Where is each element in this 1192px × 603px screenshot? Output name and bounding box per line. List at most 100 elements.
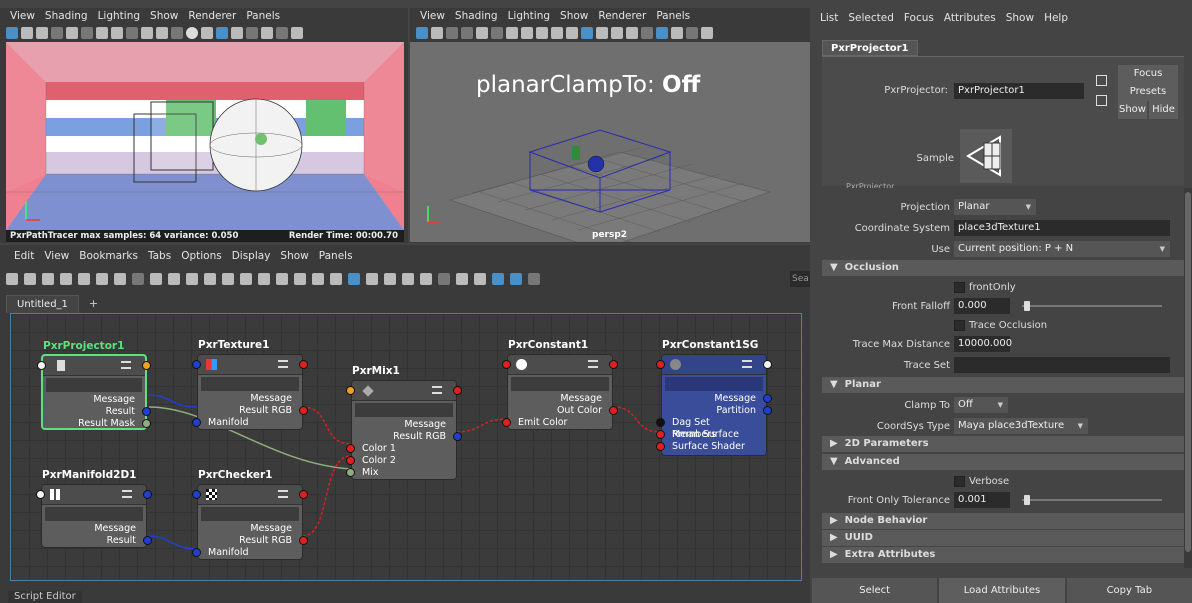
output-port[interactable] [143, 490, 152, 499]
renderman-icon[interactable] [6, 27, 18, 39]
wireframe-icon[interactable] [506, 27, 518, 39]
renderman-icon[interactable] [416, 27, 428, 39]
output-connection-icon[interactable] [1096, 95, 1107, 106]
menu-list[interactable]: List [820, 12, 838, 24]
isolate-icon[interactable] [581, 27, 593, 39]
advanced-section-header[interactable]: ▼ Advanced [822, 454, 1184, 470]
result-mask-port[interactable] [142, 419, 151, 428]
swatch-refresh-icon[interactable] [366, 273, 378, 285]
front-only-checkbox[interactable] [954, 281, 965, 293]
presets-button[interactable]: Presets [1118, 83, 1178, 101]
menu-selected[interactable]: Selected [848, 12, 894, 24]
mix-port[interactable] [346, 468, 355, 477]
shadows-icon[interactable] [566, 27, 578, 39]
display-icon[interactable] [291, 27, 303, 39]
result-rgb-port[interactable] [453, 432, 462, 441]
graph-input-icon[interactable] [24, 273, 36, 285]
front-falloff-knob[interactable] [1024, 301, 1030, 311]
xray-icon[interactable] [626, 27, 638, 39]
rearrange-icon[interactable] [114, 273, 126, 285]
input-port[interactable] [502, 360, 511, 369]
output-port[interactable] [609, 360, 618, 369]
show-button[interactable]: Show [1118, 101, 1147, 119]
swatch-icon[interactable] [330, 273, 342, 285]
ae-node-tab[interactable]: PxrProjector1 [822, 40, 918, 56]
dag-set-port[interactable] [656, 418, 665, 427]
smooth-shade-icon[interactable] [521, 27, 533, 39]
menu-tabs[interactable]: Tabs [148, 250, 171, 262]
node-menu-icon[interactable] [278, 360, 288, 368]
color-mgmt-icon[interactable] [686, 27, 698, 39]
node-pxrmix1[interactable]: PxrMix1 Message Result RGB Color 1 Color… [346, 365, 462, 480]
coordinate-system-field[interactable]: place3dTexture1 [954, 220, 1170, 236]
front-only-tolerance-knob[interactable] [1024, 495, 1030, 505]
frame-icon[interactable] [528, 273, 540, 285]
menu-view[interactable]: View [10, 10, 35, 22]
result-rgb-port[interactable] [299, 406, 308, 415]
ao-icon[interactable] [596, 27, 608, 39]
hud-icon[interactable] [641, 27, 653, 39]
select-camera-icon[interactable] [36, 27, 48, 39]
lock-icon[interactable] [384, 273, 396, 285]
output-port[interactable] [142, 361, 151, 370]
menu-options[interactable]: Options [181, 250, 222, 262]
node-behavior-section-header[interactable]: ▶ Node Behavior [822, 513, 1184, 529]
node-pxrprojector1[interactable]: PxrProjector1 Message Result Result Mask [37, 340, 151, 430]
add-tab-button[interactable]: + [79, 295, 108, 313]
node-menu-icon[interactable] [278, 490, 288, 498]
input-port[interactable] [656, 360, 665, 369]
simple-mode-icon[interactable] [150, 273, 162, 285]
menu-attributes[interactable]: Attributes [944, 12, 996, 24]
manifold-port[interactable] [192, 418, 201, 427]
input-port[interactable] [36, 490, 45, 499]
output-port[interactable] [299, 360, 308, 369]
script-editor-tab[interactable]: Script Editor [8, 591, 82, 603]
tab-untitled[interactable]: Untitled_1 [6, 295, 79, 313]
aa-icon[interactable] [201, 27, 213, 39]
emit-color-port[interactable] [502, 418, 511, 427]
node-name-field[interactable]: PxrProjector1 [954, 83, 1084, 99]
front-falloff-slider[interactable] [1022, 297, 1162, 315]
film-gate-icon[interactable] [476, 27, 488, 39]
graph-output-icon[interactable] [42, 273, 54, 285]
gamma-icon[interactable] [246, 27, 258, 39]
bookmark-prev-icon[interactable] [276, 273, 288, 285]
node-menu-icon[interactable] [122, 490, 132, 498]
color2-port[interactable] [346, 456, 355, 465]
bookmark-icon[interactable] [258, 273, 270, 285]
graph-canvas[interactable]: PxrProjector1 Message Result Result Mask… [10, 313, 802, 581]
ao-icon[interactable] [186, 27, 198, 39]
display-icon[interactable] [701, 27, 713, 39]
clamp-to-dropdown[interactable]: Off [954, 397, 1008, 413]
camera-icon[interactable] [431, 27, 443, 39]
out-color-port[interactable] [609, 406, 618, 415]
menu-show[interactable]: Show [280, 250, 308, 262]
node-pxrmanifold2d1[interactable]: PxrManifold2D1 Message Result [36, 469, 152, 548]
node-menu-icon[interactable] [742, 360, 752, 368]
textures-icon[interactable] [536, 27, 548, 39]
result-port[interactable] [142, 407, 151, 416]
exposure-icon[interactable] [261, 27, 273, 39]
menu-show[interactable]: Show [1006, 12, 1034, 24]
isolate-icon[interactable] [171, 27, 183, 39]
menu-panels[interactable]: Panels [246, 10, 280, 22]
smooth-shade-icon[interactable] [111, 27, 123, 39]
shadows-icon[interactable] [156, 27, 168, 39]
custom-mode-icon[interactable] [204, 273, 216, 285]
copy-tab-button[interactable]: Copy Tab [1066, 578, 1192, 603]
menu-renderer[interactable]: Renderer [188, 10, 236, 22]
menu-bookmarks[interactable]: Bookmarks [79, 250, 138, 262]
select-camera-icon[interactable] [446, 27, 458, 39]
trace-occlusion-checkbox[interactable] [954, 319, 965, 331]
minus-one-icon[interactable] [438, 273, 450, 285]
pin-icon[interactable] [240, 273, 252, 285]
output-port[interactable] [453, 386, 462, 395]
node-pxrchecker1[interactable]: PxrChecker1 Message Result RGB Manifold [192, 469, 308, 560]
clear-graph-icon[interactable] [60, 273, 72, 285]
wireframe-icon[interactable] [96, 27, 108, 39]
input-port[interactable] [192, 360, 201, 369]
node-menu-icon[interactable] [588, 360, 598, 368]
manifold-port[interactable] [192, 548, 201, 557]
menu-show[interactable]: Show [150, 10, 178, 22]
film-gate-icon[interactable] [66, 27, 78, 39]
